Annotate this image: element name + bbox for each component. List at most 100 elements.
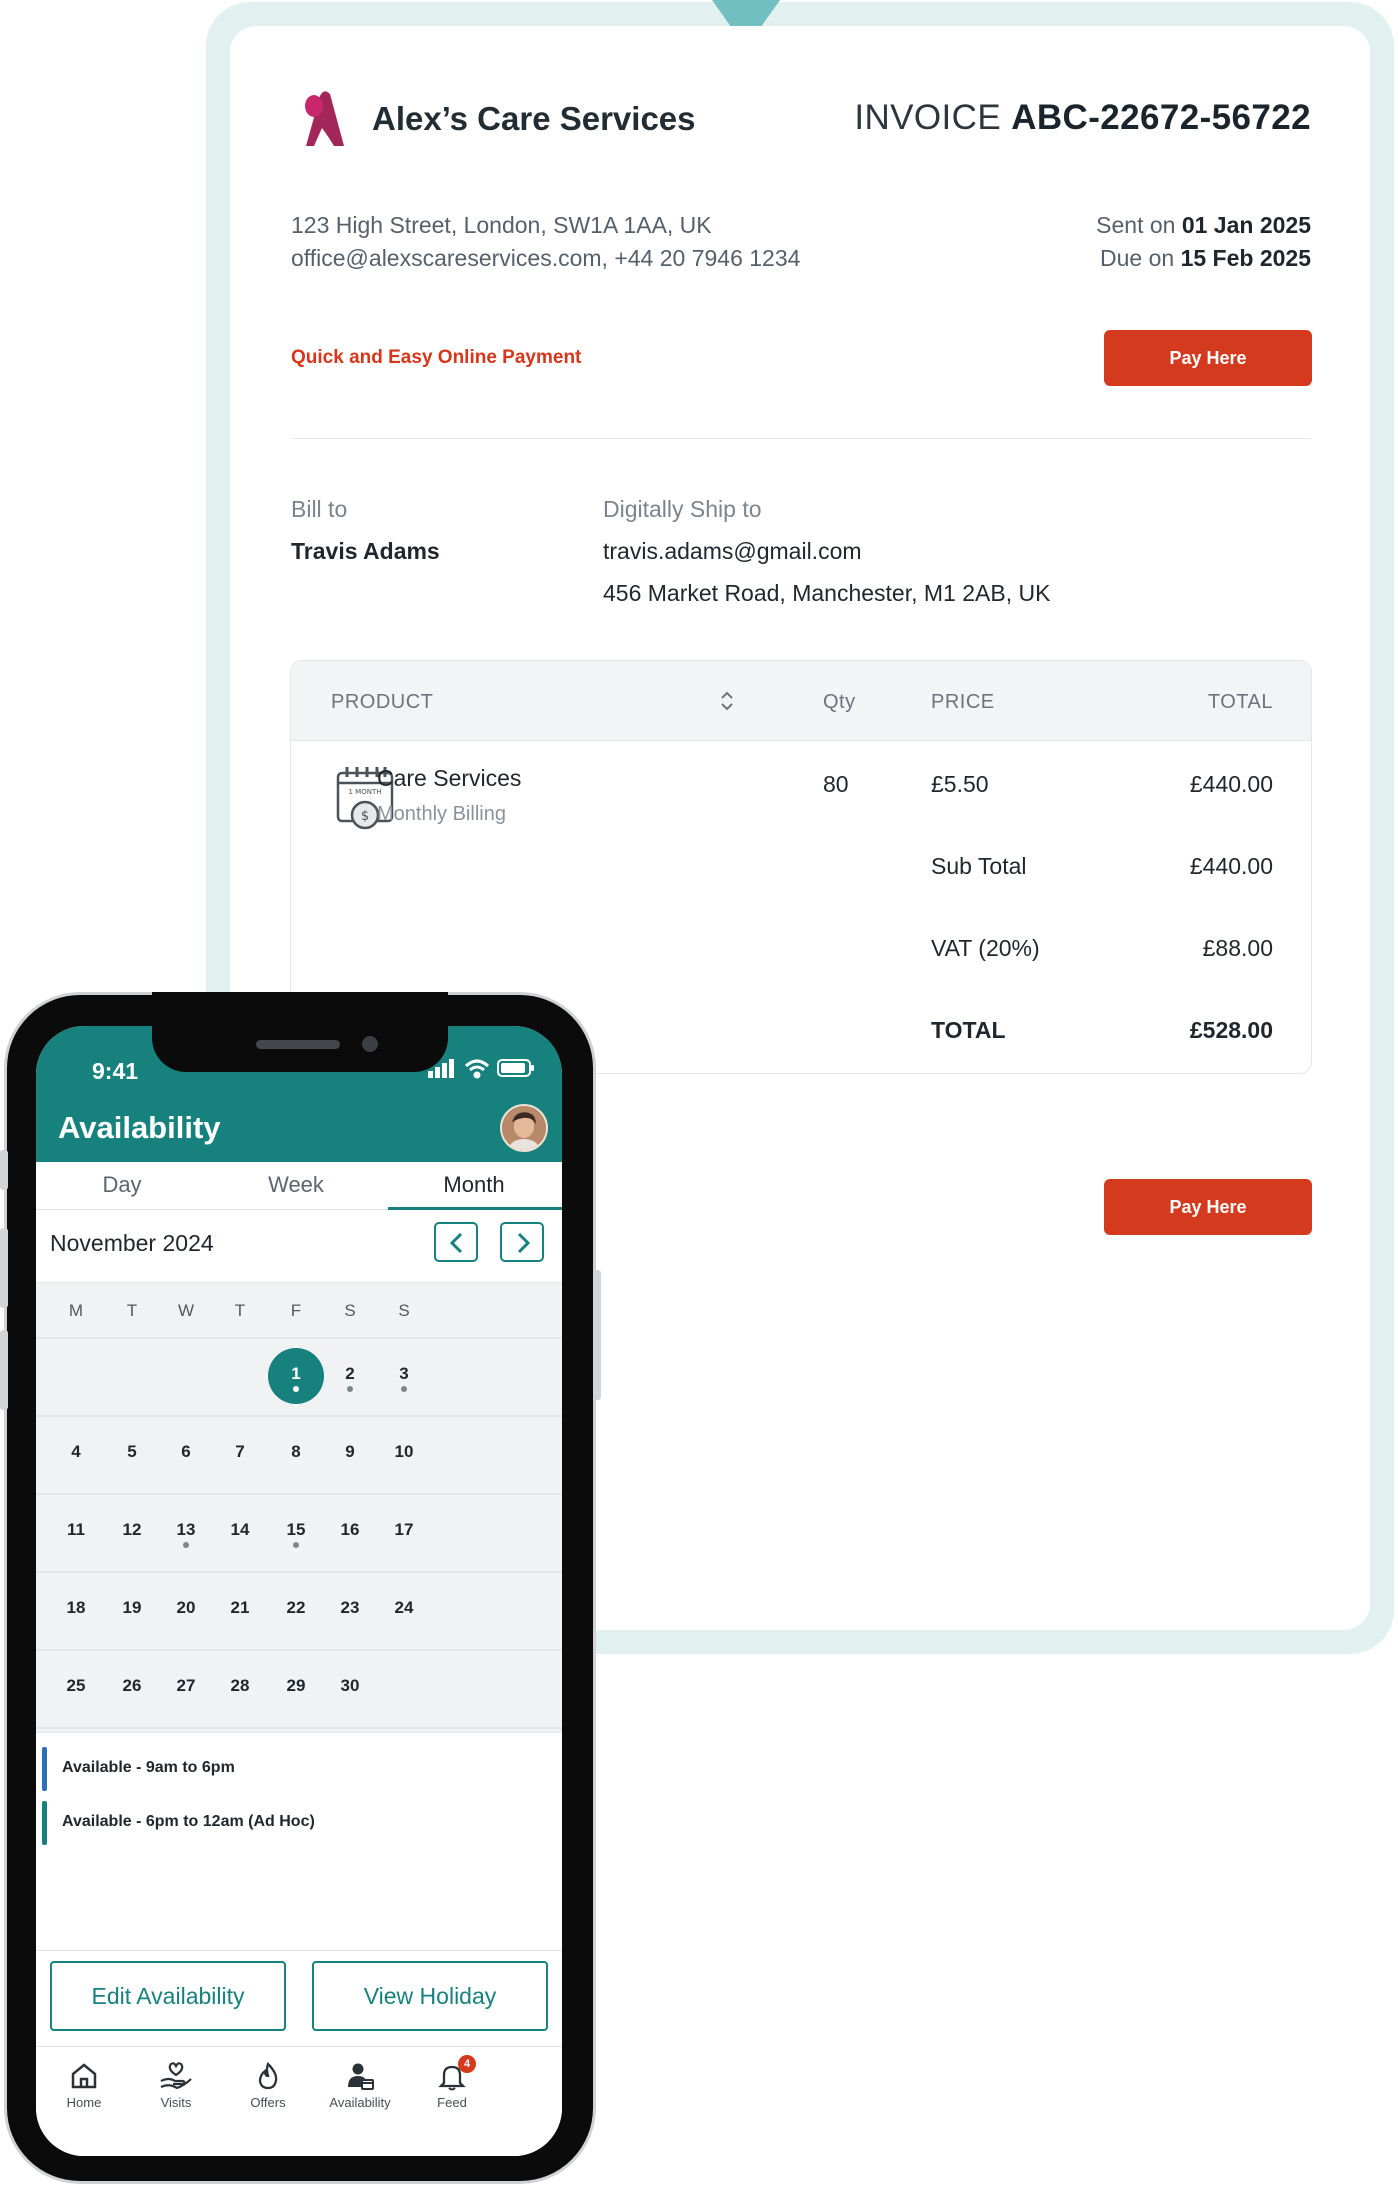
calendar-day[interactable]: 5 [112,1442,152,1462]
calendar-day[interactable]: 17 [384,1520,424,1540]
phone-speaker [256,1040,340,1049]
calendar-day[interactable]: 12 [112,1520,152,1540]
event-dot [293,1386,299,1392]
column-product: PRODUCT [331,691,434,713]
nav-offers[interactable]: Offers [228,2061,308,2110]
phone-mute-switch [0,1150,8,1190]
sent-label: Sent on [1096,212,1176,238]
calendar-day[interactable]: 7 [220,1442,260,1462]
availability-icon [348,2063,374,2090]
tab-week[interactable]: Week [226,1172,366,1198]
calendar-day[interactable]: 8 [276,1442,316,1462]
calendar-row-divider [36,1571,562,1573]
calendar-day[interactable]: 26 [112,1676,152,1696]
calendar-day[interactable]: 9 [330,1442,370,1462]
vat-value: £88.00 [1202,935,1273,961]
weekday-header: F [290,1301,302,1320]
nav-feed[interactable]: 4 Feed [412,2055,492,2110]
home-icon [71,2063,97,2089]
calendar-day[interactable]: 25 [56,1676,96,1696]
availability-legend: Available - 9am to 6pm Available - 6pm t… [36,1732,562,1950]
product-price: £5.50 [931,771,989,797]
calendar-day[interactable]: 14 [220,1520,260,1540]
calendar-day[interactable]: 3 [384,1364,424,1384]
legend-adhoc-label: Available - 6pm to 12am (Ad Hoc) [62,1813,315,1830]
due-date-row: Due on 15 Feb 2025 [1096,242,1311,275]
nav-visits-label: Visits [160,2095,192,2110]
pay-here-button-bottom[interactable]: Pay Here [1104,1179,1312,1235]
user-photo-icon [502,1106,546,1150]
calendar-day[interactable]: 2 [330,1364,370,1384]
phone-volume-down [0,1330,8,1410]
notification-badge: 4 [458,2055,476,2073]
previous-month-button[interactable] [434,1222,478,1262]
calendar-day[interactable]: 28 [220,1676,260,1696]
view-tabs: Day Week Month [36,1162,562,1210]
calendar-day[interactable]: 21 [220,1598,260,1618]
phone-screen: 9:41 Availability Day Week Month Novembe… [36,1026,562,2156]
calendar-day[interactable]: 6 [166,1442,206,1462]
nav-home[interactable]: Home [44,2061,124,2110]
status-icons [428,1059,534,1079]
weekday-header: W [177,1301,195,1320]
contact-line: office@alexscareservices.com, +44 20 794… [291,245,801,271]
nav-feed-label: Feed [437,2095,467,2110]
invoice-title: INVOICE ABC-22672-56722 [854,98,1311,138]
invoice-number: ABC-22672-56722 [1011,98,1311,137]
calendar-day[interactable]: 24 [384,1598,424,1618]
calendar-day[interactable]: 10 [384,1442,424,1462]
offers-icon [258,2061,278,2090]
calendar-day[interactable]: 29 [276,1676,316,1696]
calendar-day[interactable]: 16 [330,1520,370,1540]
page-title: Availability [58,1110,221,1145]
next-month-button[interactable] [500,1222,544,1262]
calendar-day[interactable]: 27 [166,1676,206,1696]
address-line: 123 High Street, London, SW1A 1AA, UK [291,212,712,238]
calendar-day[interactable]: 23 [330,1598,370,1618]
calendar-day[interactable]: 15 [276,1520,316,1540]
nav-availability-label: Availability [329,2095,391,2110]
tab-day[interactable]: Day [52,1172,192,1198]
legend-color-standard [42,1747,47,1791]
payment-promo-text: Quick and Easy Online Payment [291,347,582,368]
nav-availability[interactable]: Availability [320,2061,400,2110]
sort-icon[interactable] [719,689,735,713]
calendar-row-divider [36,1727,562,1729]
invoice-title-prefix: INVOICE [854,98,1002,137]
calendar-day[interactable]: 30 [330,1676,370,1696]
vat-label: VAT (20%) [931,935,1040,961]
pay-here-button-top[interactable]: Pay Here [1104,330,1312,386]
nav-visits[interactable]: Visits [136,2061,216,2110]
calendar-day[interactable]: 20 [166,1598,206,1618]
avatar[interactable] [500,1104,548,1152]
active-tab-indicator [388,1207,562,1210]
calendar-day[interactable]: 11 [56,1520,96,1540]
calendar-day[interactable]: 4 [56,1442,96,1462]
phone-volume-up [0,1228,8,1308]
view-holiday-button[interactable]: View Holiday [312,1961,548,2031]
product-subtitle: Monthly Billing [377,803,506,825]
chevron-right-icon [517,1232,531,1254]
grand-total-label: TOTAL [931,1017,1006,1043]
calendar-day[interactable]: 19 [112,1598,152,1618]
month-calendar: M T W T F S S 1 2 3 4 5 6 7 8 9 10 11 12 13 14 15 16 17 18 19 20 21… [36,1282,562,1732]
tab-month[interactable]: Month [404,1172,544,1198]
edit-availability-button[interactable]: Edit Availability [50,1961,286,2031]
calendar-row-divider [36,1415,562,1417]
company-name: Alex’s Care Services [372,100,696,137]
company-logo-icon [305,91,344,146]
phone-notch [152,992,448,1072]
phone-power-button [593,1270,601,1400]
weekday-header: S [344,1301,356,1320]
bill-to-name: Travis Adams [291,538,440,564]
due-date: 15 Feb 2025 [1180,245,1311,271]
weekday-header: T [126,1301,138,1320]
battery-icon [497,1059,534,1077]
calendar-day[interactable]: 13 [166,1520,206,1540]
calendar-day[interactable]: 22 [276,1598,316,1618]
calendar-day[interactable]: 18 [56,1598,96,1618]
wifi-icon [464,1059,490,1079]
calendar-day[interactable]: 1 [276,1364,316,1384]
weekday-header: M [68,1301,84,1320]
event-dot [293,1542,299,1548]
